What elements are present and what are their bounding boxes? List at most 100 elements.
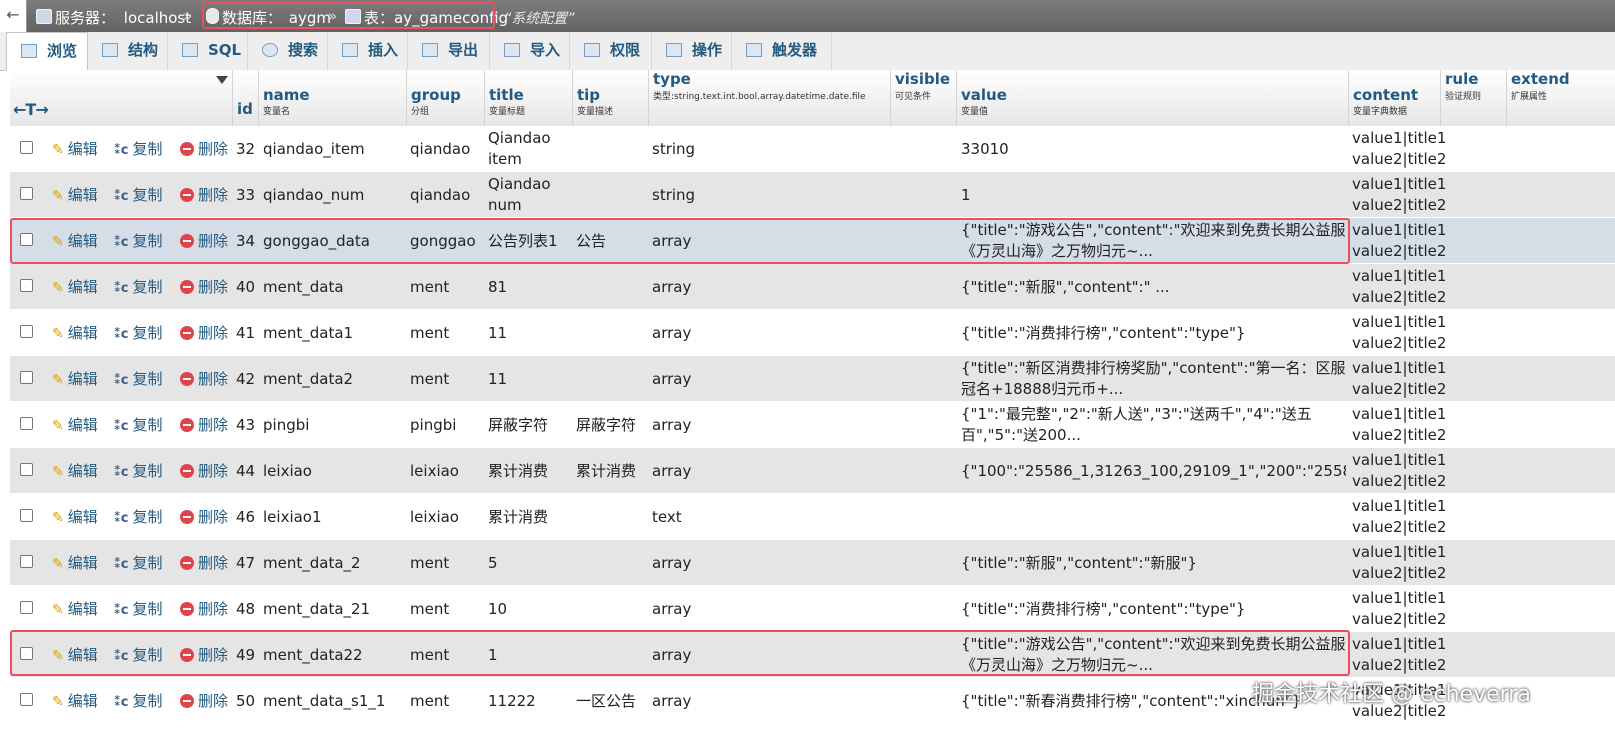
header-visible[interactable]: visible 可见条件 — [890, 70, 956, 126]
copy-button[interactable]: ⁑c 复制 — [114, 139, 163, 159]
table-row[interactable]: ✎ 编辑 ⁑c 复制 删除 32 qiandao_item qiandao Qiandao it… — [10, 126, 1615, 172]
column-toggle-arrows[interactable]: ←T→ — [13, 100, 49, 119]
copy-button[interactable]: ⁑c 复制 — [114, 691, 163, 711]
copy-button[interactable]: ⁑c 复制 — [114, 507, 163, 527]
edit-button[interactable]: ✎ 编辑 — [52, 691, 98, 711]
import-icon — [504, 43, 520, 57]
row-checkbox[interactable] — [20, 233, 33, 246]
row-checkbox[interactable] — [20, 647, 33, 660]
delete-button[interactable]: 删除 — [180, 691, 228, 711]
edit-button[interactable]: ✎ 编辑 — [52, 277, 98, 297]
header-value[interactable]: value 变量值 — [956, 70, 1348, 126]
edit-button[interactable]: ✎ 编辑 — [52, 553, 98, 573]
delete-button[interactable]: 删除 — [180, 369, 228, 389]
row-checkbox[interactable] — [20, 417, 33, 430]
delete-button[interactable]: 删除 — [180, 185, 228, 205]
cell-title: 公告列表1 — [488, 231, 558, 250]
table-row[interactable]: ✎ 编辑 ⁑c 复制 删除 34 gonggao_data gonggao 公告列表1 公告 arr… — [10, 218, 1615, 264]
delete-button[interactable]: 删除 — [180, 231, 228, 251]
row-checkbox[interactable] — [20, 509, 33, 522]
delete-button[interactable]: 删除 — [180, 461, 228, 481]
table-row[interactable]: ✎ 编辑 ⁑c 复制 删除 46 leixiao1 leixiao 累计消费 text value1… — [10, 494, 1615, 540]
row-checkbox[interactable] — [20, 555, 33, 568]
tab-structure[interactable]: 结构 — [88, 32, 168, 70]
breadcrumb-server[interactable]: 服务器： localhost — [36, 7, 191, 28]
edit-button[interactable]: ✎ 编辑 — [52, 139, 98, 159]
cell-value: {"100":"25586_1,31263_100,29109_1","200"… — [961, 461, 1346, 480]
row-checkbox[interactable] — [20, 693, 33, 706]
server-icon — [36, 9, 52, 24]
header-rule[interactable]: rule 验证规则 — [1440, 70, 1506, 126]
tab-export[interactable]: 导出 — [408, 32, 490, 70]
tab-browse[interactable]: 浏览 — [6, 32, 88, 71]
tab-import[interactable]: 导入 — [490, 32, 570, 70]
delete-button[interactable]: 删除 — [180, 323, 228, 343]
row-checkbox[interactable] — [20, 279, 33, 292]
header-group[interactable]: group 分组 — [406, 70, 484, 126]
row-checkbox[interactable] — [20, 325, 33, 338]
header-tip[interactable]: tip 变量描述 — [572, 70, 648, 126]
table-row[interactable]: ✎ 编辑 ⁑c 复制 删除 44 leixiao leixiao 累计消费 累计消费 array {"… — [10, 448, 1615, 494]
delete-button[interactable]: 删除 — [180, 645, 228, 665]
header-name[interactable]: name 变量名 — [258, 70, 406, 126]
copy-button[interactable]: ⁑c 复制 — [114, 185, 163, 205]
cell-value: 33010 — [961, 139, 1009, 158]
copy-button[interactable]: ⁑c 复制 — [114, 277, 163, 297]
table-row[interactable]: ✎ 编辑 ⁑c 复制 删除 48 ment_data_21 ment 10 array {"titl… — [10, 586, 1615, 632]
header-id[interactable]: id — [232, 70, 258, 126]
table-row[interactable]: ✎ 编辑 ⁑c 复制 删除 33 qiandao_num qiandao Qiandao num… — [10, 172, 1615, 218]
edit-button[interactable]: ✎ 编辑 — [52, 415, 98, 435]
edit-button[interactable]: ✎ 编辑 — [52, 645, 98, 665]
table-row[interactable]: ✎ 编辑 ⁑c 复制 删除 47 ment_data_2 ment 5 array {"title"… — [10, 540, 1615, 586]
edit-button[interactable]: ✎ 编辑 — [52, 599, 98, 619]
copy-button[interactable]: ⁑c 复制 — [114, 645, 163, 665]
row-checkbox[interactable] — [20, 601, 33, 614]
copy-button[interactable]: ⁑c 复制 — [114, 553, 163, 573]
row-checkbox[interactable] — [20, 141, 33, 154]
header-content[interactable]: content 变量字典数据 — [1348, 70, 1440, 126]
edit-button[interactable]: ✎ 编辑 — [52, 323, 98, 343]
edit-button[interactable]: ✎ 编辑 — [52, 369, 98, 389]
cell-value: {"title":"新服","content":" ... — [961, 277, 1170, 296]
tab-search[interactable]: 搜索 — [248, 32, 328, 70]
header-extend[interactable]: extend 扩展属性 — [1506, 70, 1615, 126]
copy-button[interactable]: ⁑c 复制 — [114, 599, 163, 619]
tab-insert[interactable]: 插入 — [328, 32, 408, 70]
cell-name: pingbi — [263, 415, 310, 434]
row-checkbox[interactable] — [20, 463, 33, 476]
copy-button[interactable]: ⁑c 复制 — [114, 415, 163, 435]
edit-button[interactable]: ✎ 编辑 — [52, 231, 98, 251]
delete-button[interactable]: 删除 — [180, 277, 228, 297]
tab-operations[interactable]: 操作 — [652, 32, 732, 70]
copy-button[interactable]: ⁑c 复制 — [114, 369, 163, 389]
edit-button[interactable]: ✎ 编辑 — [52, 185, 98, 205]
edit-button[interactable]: ✎ 编辑 — [52, 507, 98, 527]
delete-button[interactable]: 删除 — [180, 553, 228, 573]
tab-triggers[interactable]: 触发器 — [732, 32, 832, 70]
cell-id: 49 — [236, 645, 256, 664]
copy-button[interactable]: ⁑c 复制 — [114, 461, 163, 481]
copy-icon: ⁑c — [114, 235, 129, 250]
copy-button[interactable]: ⁑c 复制 — [114, 323, 163, 343]
table-row[interactable]: ✎ 编辑 ⁑c 复制 删除 49 ment_data22 ment 1 array {"title"… — [10, 632, 1615, 678]
table-row[interactable]: ✎ 编辑 ⁑c 复制 删除 41 ment_data1 ment 11 array {"title"… — [10, 310, 1615, 356]
table-row[interactable]: ✎ 编辑 ⁑c 复制 删除 40 ment_data ment 81 array {"title":… — [10, 264, 1615, 310]
row-checkbox[interactable] — [20, 371, 33, 384]
edit-button[interactable]: ✎ 编辑 — [52, 461, 98, 481]
header-type[interactable]: type 类型:string.text.int.bool.array.dateti… — [648, 70, 890, 126]
copy-button[interactable]: ⁑c 复制 — [114, 231, 163, 251]
table-row[interactable]: ✎ 编辑 ⁑c 复制 删除 42 ment_data2 ment 11 array {"title"… — [10, 356, 1615, 402]
header-title[interactable]: title 变量标题 — [484, 70, 572, 126]
cell-tip — [576, 632, 646, 678]
back-arrow-icon[interactable]: ← — [0, 0, 27, 32]
table-row[interactable]: ✎ 编辑 ⁑c 复制 删除 43 pingbi pingbi 屏蔽字符 屏蔽字符 array {"1"… — [10, 402, 1615, 448]
delete-button[interactable]: 删除 — [180, 507, 228, 527]
sort-dropdown-icon[interactable] — [216, 76, 228, 84]
tab-privileges[interactable]: 权限 — [570, 32, 652, 70]
delete-button[interactable]: 删除 — [180, 599, 228, 619]
delete-button[interactable]: 删除 — [180, 139, 228, 159]
tab-sql[interactable]: SQL — [168, 32, 248, 70]
row-checkbox[interactable] — [20, 187, 33, 200]
delete-button[interactable]: 删除 — [180, 415, 228, 435]
server-name[interactable]: localhost — [124, 9, 191, 27]
